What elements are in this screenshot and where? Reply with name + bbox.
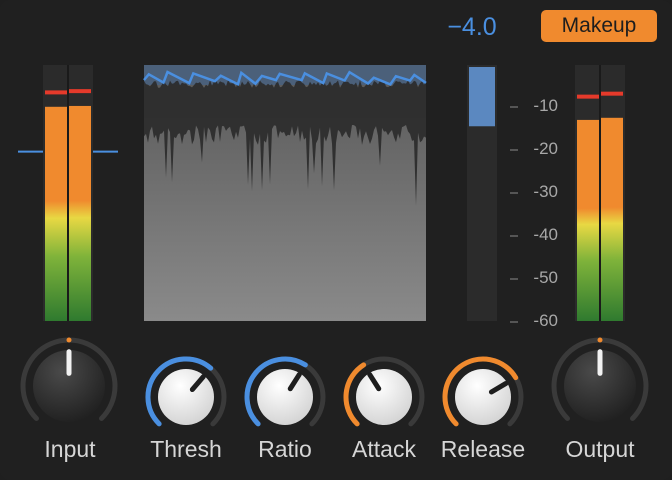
- output-knob-label: Output: [565, 436, 635, 462]
- input-knob-center-marker: [66, 337, 72, 343]
- ratio-knob[interactable]: [244, 356, 326, 427]
- thresh-knob[interactable]: [145, 356, 227, 427]
- ratio-knob-body: [257, 369, 313, 425]
- attack-knob-label: Attack: [352, 436, 416, 462]
- output-meter-left-bar: [577, 119, 599, 322]
- meter-divider: [599, 65, 601, 321]
- attack-knob[interactable]: [343, 356, 425, 427]
- input-meter: [18, 65, 118, 322]
- input-peak-left: [45, 90, 67, 95]
- output-knob[interactable]: [551, 337, 649, 423]
- gain-reduction-meter-bar: [469, 67, 495, 127]
- knob-row: [20, 337, 649, 427]
- output-meter-right-bar: [601, 117, 623, 321]
- meter-divider: [67, 65, 69, 321]
- output-knob-center-marker: [597, 337, 603, 343]
- release-knob-body: [455, 369, 511, 425]
- release-knob[interactable]: [442, 356, 524, 427]
- input-meter-right-bar: [69, 105, 91, 322]
- output-peak-right: [601, 91, 623, 96]
- input-peak-right: [69, 89, 91, 94]
- scale-tick-marks: [510, 106, 518, 323]
- release-knob-label: Release: [440, 436, 526, 462]
- input-knob[interactable]: [20, 337, 118, 423]
- input-knob-label: Input: [44, 436, 96, 462]
- input-meter-left-bar: [45, 106, 67, 321]
- attack-knob-body: [356, 369, 412, 425]
- ratio-knob-label: Ratio: [258, 436, 312, 462]
- compressor-graphics: [18, 65, 649, 427]
- thresh-knob-label: Thresh: [150, 436, 222, 462]
- waveform-display: [143, 65, 427, 321]
- output-peak-left: [577, 94, 599, 99]
- output-meter: [575, 65, 625, 322]
- gain-reduction-meter: [467, 65, 497, 321]
